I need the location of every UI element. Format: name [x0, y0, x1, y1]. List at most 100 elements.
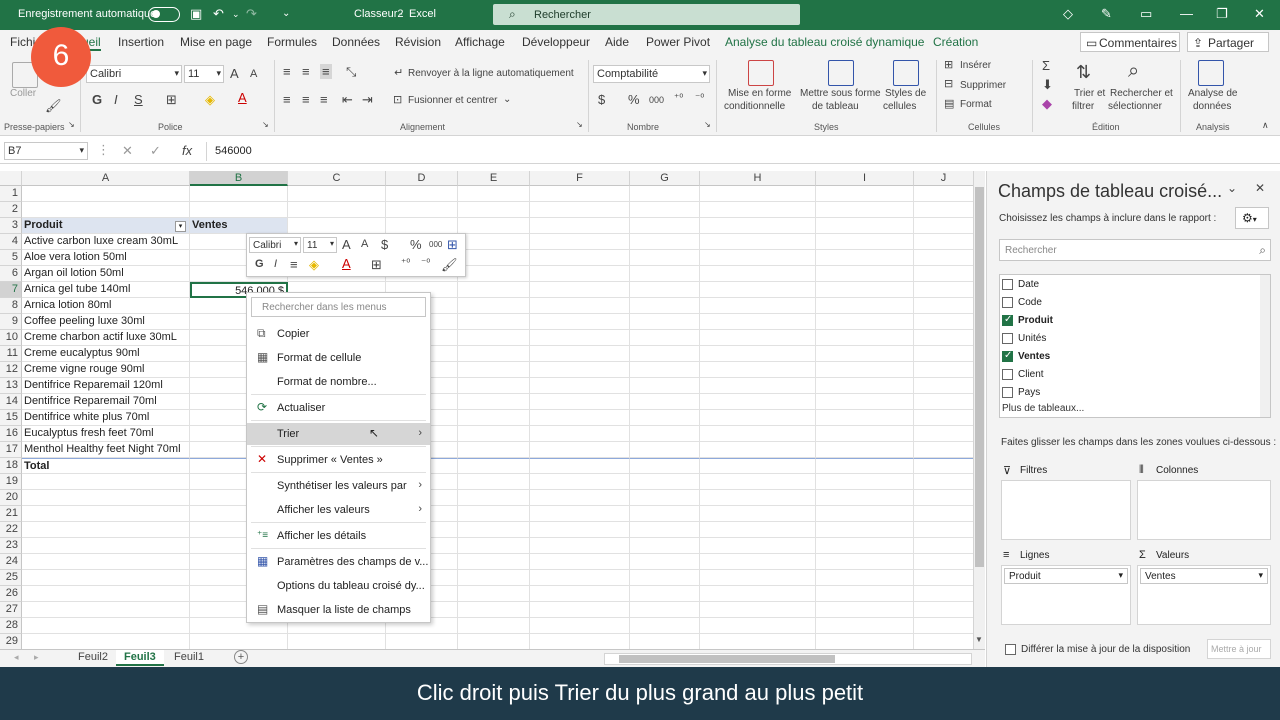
grid-cell[interactable] [816, 330, 914, 346]
grid-cell[interactable] [530, 426, 630, 442]
bold-button[interactable]: G [92, 92, 102, 107]
grid-cell[interactable] [530, 330, 630, 346]
fill-color-icon[interactable]: ◈ [205, 92, 215, 108]
pivot-row-label[interactable]: Argan oil lotion 50ml [22, 266, 190, 282]
menu-afficher-valeurs[interactable]: Afficher les valeurs › [247, 499, 430, 521]
grid-cell[interactable] [458, 458, 530, 474]
row-header[interactable]: 23 [0, 538, 22, 554]
grid-cell[interactable] [458, 442, 530, 458]
grid-cell[interactable] [816, 202, 914, 218]
increase-decimal-icon[interactable]: ⁺⁰ [674, 93, 683, 104]
grid-cell[interactable] [630, 490, 700, 506]
grid-cell[interactable] [458, 490, 530, 506]
rows-drop-zone[interactable]: Produit ▾ [1001, 565, 1131, 625]
pivot-row-label[interactable]: Dentifrice Reparemail 120ml [22, 378, 190, 394]
share-button[interactable]: ⇪ Partager [1187, 32, 1269, 52]
grid-cell[interactable] [914, 442, 974, 458]
grid-cell[interactable] [630, 218, 700, 234]
font-size-combo[interactable]: 11 ▾ [184, 65, 224, 83]
shrink-font-icon[interactable]: A [250, 68, 257, 80]
menu-options-tcd[interactable]: Options du tableau croisé dy... [247, 575, 430, 597]
grid-cell[interactable] [530, 506, 630, 522]
find-select-label-1[interactable]: Rechercher et [1110, 88, 1173, 99]
row-header[interactable]: 22 [0, 522, 22, 538]
tab-insertion[interactable]: Insertion [118, 35, 164, 49]
grid-cell[interactable] [22, 586, 190, 602]
grid-cell[interactable] [816, 442, 914, 458]
grid-cell[interactable] [530, 202, 630, 218]
field-item-unités[interactable]: Unités [1002, 331, 1252, 347]
grid-cell[interactable] [458, 474, 530, 490]
font-launcher-icon[interactable]: ↘ [262, 120, 269, 129]
clear-icon[interactable]: ◆ [1042, 96, 1052, 112]
row-header[interactable]: 2 [0, 202, 22, 218]
grid-cell[interactable] [22, 474, 190, 490]
ribbon-display-icon[interactable]: ▭ [1140, 6, 1152, 22]
col-header-d[interactable]: D [386, 171, 458, 186]
grid-cell[interactable] [816, 554, 914, 570]
grid-cell[interactable] [458, 394, 530, 410]
grid-cell[interactable] [22, 490, 190, 506]
grid-cell[interactable] [530, 314, 630, 330]
grid-cell[interactable] [914, 394, 974, 410]
grid-cell[interactable] [458, 506, 530, 522]
grid-cell[interactable] [630, 554, 700, 570]
field-list-scrollbar[interactable] [1260, 275, 1270, 417]
menu-format-cellule[interactable]: ▦ Format de cellule [247, 347, 430, 369]
analyze-data-icon[interactable] [1198, 60, 1224, 86]
grid-cell[interactable] [914, 490, 974, 506]
font-name-combo[interactable]: Calibri ▾ [86, 65, 182, 83]
grid-cell[interactable] [530, 378, 630, 394]
grid-cell[interactable] [630, 202, 700, 218]
grid-cell[interactable] [22, 618, 190, 634]
field-item-date[interactable]: Date [1002, 277, 1252, 293]
grid-cell[interactable] [914, 474, 974, 490]
grid-cell[interactable] [914, 458, 974, 474]
grid-cell[interactable] [530, 250, 630, 266]
select-all-corner[interactable] [0, 171, 22, 186]
close-icon[interactable]: ✕ [1254, 6, 1265, 22]
grid-cell[interactable] [700, 618, 816, 634]
tab-formules[interactable]: Formules [267, 35, 317, 49]
defer-update-checkbox[interactable] [1005, 644, 1016, 655]
row-header[interactable]: 7 [0, 282, 22, 298]
grid-cell[interactable] [700, 554, 816, 570]
format-as-table-label-1[interactable]: Mettre sous forme [800, 88, 881, 99]
grid-cell[interactable] [914, 410, 974, 426]
pivot-row-label[interactable]: Arnica lotion 80ml [22, 298, 190, 314]
grid-cell[interactable] [386, 202, 458, 218]
grid-cell[interactable] [190, 186, 288, 202]
menu-supprimer[interactable]: ✕ Supprimer « Ventes » [247, 449, 430, 471]
row-header[interactable]: 8 [0, 298, 22, 314]
grid-cell[interactable] [700, 538, 816, 554]
grid-cell[interactable] [630, 378, 700, 394]
delete-button[interactable]: Supprimer [960, 80, 1006, 91]
field-item-code[interactable]: Code [1002, 295, 1252, 311]
grid-cell[interactable] [458, 314, 530, 330]
grid-cell[interactable] [630, 186, 700, 202]
grid-cell[interactable] [700, 394, 816, 410]
grid-cell[interactable] [816, 298, 914, 314]
grid-cell[interactable] [914, 570, 974, 586]
grid-cell[interactable] [700, 202, 816, 218]
grid-cell[interactable] [458, 378, 530, 394]
grid-cell[interactable] [288, 186, 386, 202]
row-header[interactable]: 26 [0, 586, 22, 602]
col-header-b[interactable]: B [190, 171, 288, 186]
grid-cell[interactable] [386, 634, 458, 649]
row-header[interactable]: 13 [0, 378, 22, 394]
grid-cell[interactable] [914, 234, 974, 250]
mini-format-painter-icon[interactable]: 🖌 [441, 257, 458, 273]
grid-cell[interactable] [700, 314, 816, 330]
grid-cell[interactable] [630, 538, 700, 554]
grid-cell[interactable] [914, 330, 974, 346]
grid-cell[interactable] [530, 586, 630, 602]
grid-cell[interactable] [914, 618, 974, 634]
grid-cell[interactable] [630, 298, 700, 314]
tab-revision[interactable]: Révision [395, 35, 441, 49]
pane-close-icon[interactable]: ✕ [1255, 181, 1265, 195]
cell-styles-icon[interactable] [893, 60, 919, 86]
grid-cell[interactable] [914, 266, 974, 282]
menu-afficher-details[interactable]: ⁺≡ Afficher les détails [247, 525, 430, 547]
horizontal-scrollbar[interactable] [604, 653, 972, 665]
